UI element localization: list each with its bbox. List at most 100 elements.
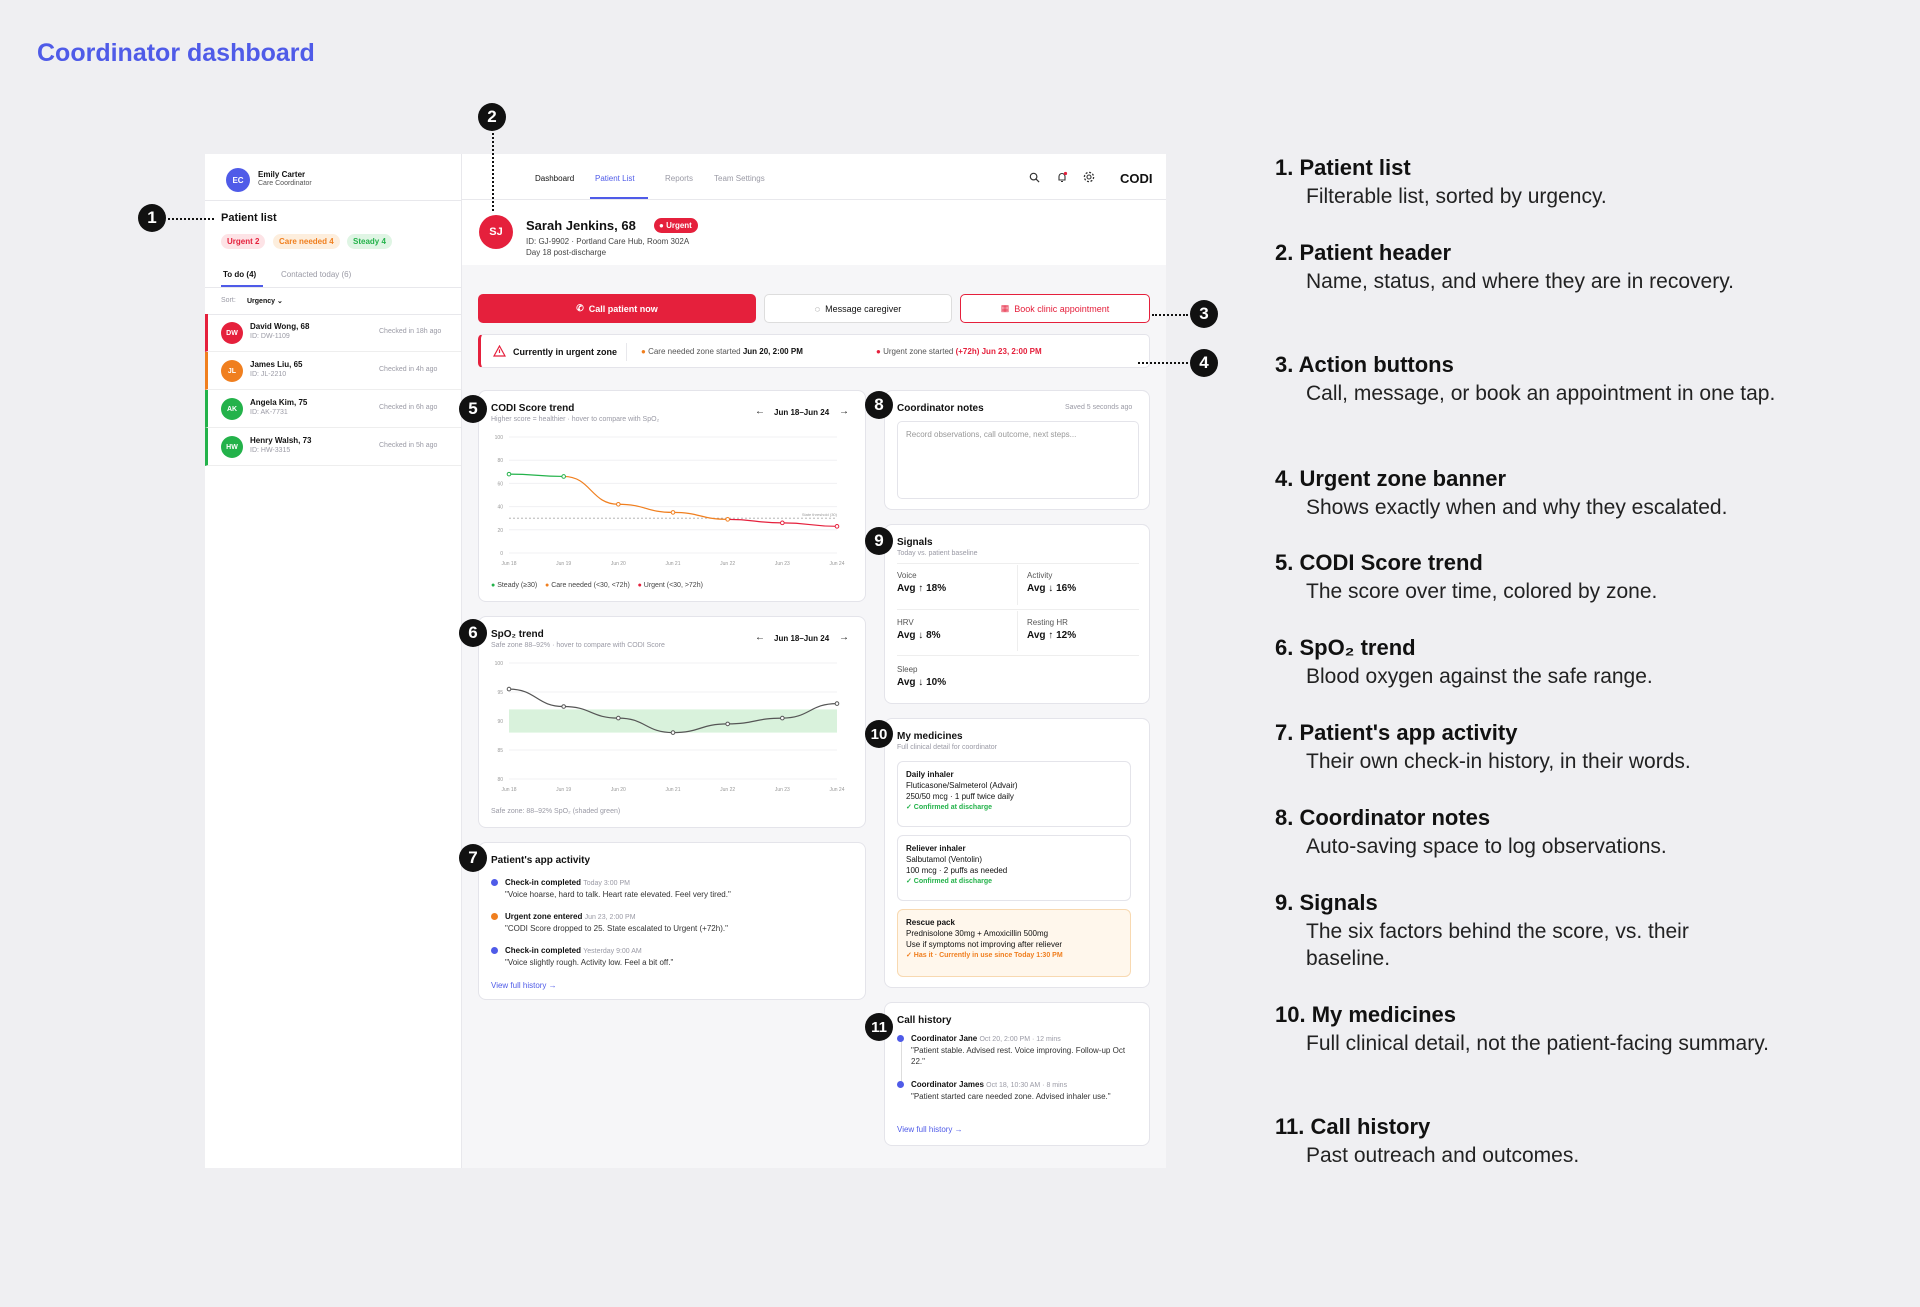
phone-icon: ✆ <box>576 303 584 313</box>
sidebar-title: Patient list <box>221 212 277 224</box>
user-avatar[interactable]: EC <box>226 168 250 192</box>
callout-5: 5 <box>459 395 487 423</box>
call-entry: Coordinator Jane Oct 20, 2:00 PM · 12 mi… <box>911 1034 1126 1066</box>
banner-care-started: ● Care needed zone started Jun 20, 2:00 … <box>641 347 803 356</box>
x-tick-label: Jun 22 <box>720 787 735 793</box>
call-history-link[interactable]: View full history → <box>897 1125 963 1134</box>
search-icon[interactable] <box>1029 172 1040 183</box>
chat-icon: ◌ <box>814 303 821 314</box>
user-role: Care Coordinator <box>258 180 312 187</box>
medicine-name: Rescue pack <box>906 918 955 927</box>
patient-id: ID: GJ-9902 · Portland Care Hub, Room 30… <box>526 237 690 246</box>
chevron-down-icon: ⌄ <box>276 298 283 305</box>
activity-dot <box>491 913 498 920</box>
app-window: EC Emily Carter Care Coordinator Patient… <box>205 154 1166 1168</box>
activity-dot <box>491 947 498 954</box>
medicine-dose: 100 mcg · 2 puffs as needed <box>906 866 1008 875</box>
data-point <box>670 730 676 735</box>
codi-subtitle: Higher score = healthier · hover to comp… <box>491 416 660 423</box>
legend-item: 9. Signals The six factors behind the sco… <box>1275 890 1689 970</box>
data-point <box>670 510 676 515</box>
y-tick-label: 80 <box>497 458 503 464</box>
codi-prev-button[interactable]: ← <box>755 406 765 417</box>
codi-next-button[interactable]: → <box>839 406 849 417</box>
tab-dashboard[interactable]: Dashboard <box>535 174 574 183</box>
spo2-footer: Safe zone: 88–92% SpO₂ (shaded green) <box>491 808 621 815</box>
legend-item: 6. SpO₂ trend Blood oxygen against the sa… <box>1275 635 1653 688</box>
callout-11: 11 <box>865 1013 893 1041</box>
threshold-label: State threshold (30) <box>802 512 838 517</box>
signal-label: Activity <box>1027 571 1053 580</box>
sort-label: Sort: <box>221 297 236 304</box>
medicine-status: ✓ Confirmed at discharge <box>906 804 992 811</box>
filter-steady[interactable]: Steady 4 <box>347 234 392 249</box>
x-tick-label: Jun 21 <box>665 787 680 793</box>
sort-select[interactable]: Urgency ⌄ <box>247 297 283 305</box>
codi-title: CODI Score trend <box>491 403 575 414</box>
patient-row-checked: Checked in 5h ago <box>379 442 438 449</box>
x-tick-label: Jun 20 <box>611 787 626 793</box>
calendar-icon: ▦ <box>1000 303 1010 313</box>
patient-row[interactable]: JL James Liu, 65 ID: JL-2210 Checked in … <box>205 352 461 390</box>
medicine-status: ✓ Confirmed at discharge <box>906 878 992 885</box>
notes-card: Coordinator notes Saved 5 seconds ago Re… <box>884 390 1150 510</box>
medicine-drug: Salbutamol (Ventolin) <box>906 855 983 864</box>
callout-4: 4 <box>1190 349 1218 377</box>
series-line <box>508 473 564 478</box>
patient-row-checked: Checked in 18h ago <box>379 328 442 335</box>
message-caregiver-button[interactable]: ◌ Message caregiver <box>764 294 952 323</box>
patient-row-name: David Wong, 68 <box>250 322 310 331</box>
tab-team-settings[interactable]: Team Settings <box>714 174 765 183</box>
patient-row[interactable]: HW Henry Walsh, 73 ID: HW-3315 Checked i… <box>205 428 461 466</box>
call-patient-button[interactable]: ✆ Call patient now <box>478 294 756 323</box>
patient-row-id: ID: DW-1109 <box>250 333 290 340</box>
tab-todo[interactable]: To do (4) <box>223 270 256 279</box>
notes-textarea[interactable]: Record observations, call outcome, next … <box>897 421 1139 499</box>
codi-trend-card: CODI Score trend Higher score = healthie… <box>478 390 866 602</box>
callout-6: 6 <box>459 619 487 647</box>
data-point <box>725 721 730 727</box>
filter-urgent[interactable]: Urgent 2 <box>221 234 266 249</box>
spo2-trend-card: SpO₂ trend Safe zone 88–92% · hover to c… <box>478 616 866 828</box>
x-tick-label: Jun 23 <box>775 787 790 793</box>
activity-history-link[interactable]: View full history → <box>491 981 557 990</box>
filter-care-needed[interactable]: Care needed 4 <box>273 234 340 249</box>
urgent-zone-banner: Currently in urgent zone ● Care needed z… <box>478 334 1150 368</box>
bell-icon[interactable] <box>1056 171 1068 183</box>
patient-row-name: James Liu, 65 <box>250 360 303 369</box>
signal-value: Avg ↑ 12% <box>1027 630 1077 641</box>
y-tick-label: 20 <box>497 528 503 534</box>
codi-range: Jun 18–Jun 24 <box>774 408 830 417</box>
spo2-next-button[interactable]: → <box>839 632 849 643</box>
call-history-title: Call history <box>897 1015 952 1026</box>
tab-reports[interactable]: Reports <box>665 174 693 183</box>
medicine-name: Reliever inhaler <box>906 844 966 853</box>
y-tick-label: 40 <box>497 505 503 511</box>
y-tick-label: 0 <box>500 551 503 557</box>
y-tick-label: 60 <box>497 481 503 487</box>
banner-urgent-started: ● Urgent zone started (+72h) Jun 23, 2:0… <box>876 347 1042 356</box>
tab-patient-list[interactable]: Patient List <box>595 174 635 183</box>
book-appointment-button[interactable]: ▦ Book clinic appointment <box>960 294 1150 323</box>
tab-contacted[interactable]: Contacted today (6) <box>281 270 351 279</box>
data-point <box>834 701 840 706</box>
data-point <box>616 501 621 507</box>
patient-row[interactable]: AK Angela Kim, 75 ID: AK-7731 Checked in… <box>205 390 461 428</box>
signal-label: Voice <box>897 571 917 580</box>
signal-label: Sleep <box>897 665 918 674</box>
legend-urgent: Urgent (<30, >72h) <box>643 582 703 589</box>
callout-10: 10 <box>865 720 893 748</box>
x-tick-label: Jun 19 <box>556 561 571 567</box>
legend-care: Care needed (<30, <72h) <box>551 582 630 589</box>
call-entry: Coordinator James Oct 18, 10:30 AM · 8 m… <box>911 1080 1111 1101</box>
patient-row[interactable]: DW David Wong, 68 ID: DW-1109 Checked in… <box>205 314 461 352</box>
page-title: Coordinator dashboard <box>37 39 315 67</box>
spo2-prev-button[interactable]: ← <box>755 632 765 643</box>
data-point <box>780 520 785 526</box>
callout-3: 3 <box>1190 300 1218 328</box>
series-line <box>727 518 783 524</box>
x-tick-label: Jun 18 <box>501 787 516 793</box>
banner-title: Currently in urgent zone <box>513 347 618 357</box>
gear-icon[interactable] <box>1083 171 1095 183</box>
top-nav: Dashboard Patient List Reports Team Sett… <box>462 154 1166 200</box>
